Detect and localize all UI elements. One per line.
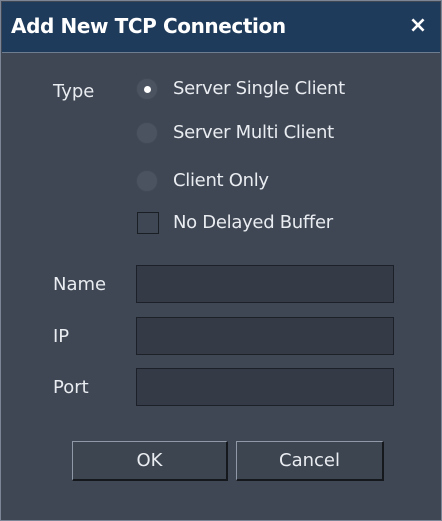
radio-server-multi-client[interactable]: [136, 122, 158, 144]
ip-field[interactable]: [136, 317, 394, 355]
cancel-button[interactable]: Cancel: [236, 441, 384, 481]
type-label: Type: [53, 81, 95, 102]
radio-label-server-single-client[interactable]: Server Single Client: [173, 78, 345, 99]
name-field[interactable]: [136, 265, 394, 303]
close-icon[interactable]: ×: [406, 13, 430, 39]
radio-label-server-multi-client[interactable]: Server Multi Client: [173, 122, 334, 143]
ok-button[interactable]: OK: [72, 441, 228, 481]
radio-server-single-client[interactable]: [136, 78, 158, 100]
no-delayed-buffer-checkbox[interactable]: [137, 212, 159, 234]
radio-client-only[interactable]: [136, 170, 158, 192]
port-label: Port: [53, 377, 89, 398]
radio-label-client-only[interactable]: Client Only: [173, 170, 269, 191]
port-field[interactable]: [136, 368, 394, 406]
name-label: Name: [53, 274, 107, 295]
dialog-title: Add New TCP Connection: [11, 14, 286, 38]
title-bar[interactable]: Add New TCP Connection ×: [2, 2, 440, 53]
ip-label: IP: [53, 326, 70, 347]
no-delayed-buffer-label[interactable]: No Delayed Buffer: [173, 212, 333, 233]
add-tcp-connection-dialog: Add New TCP Connection × Type Server Sin…: [0, 0, 442, 521]
